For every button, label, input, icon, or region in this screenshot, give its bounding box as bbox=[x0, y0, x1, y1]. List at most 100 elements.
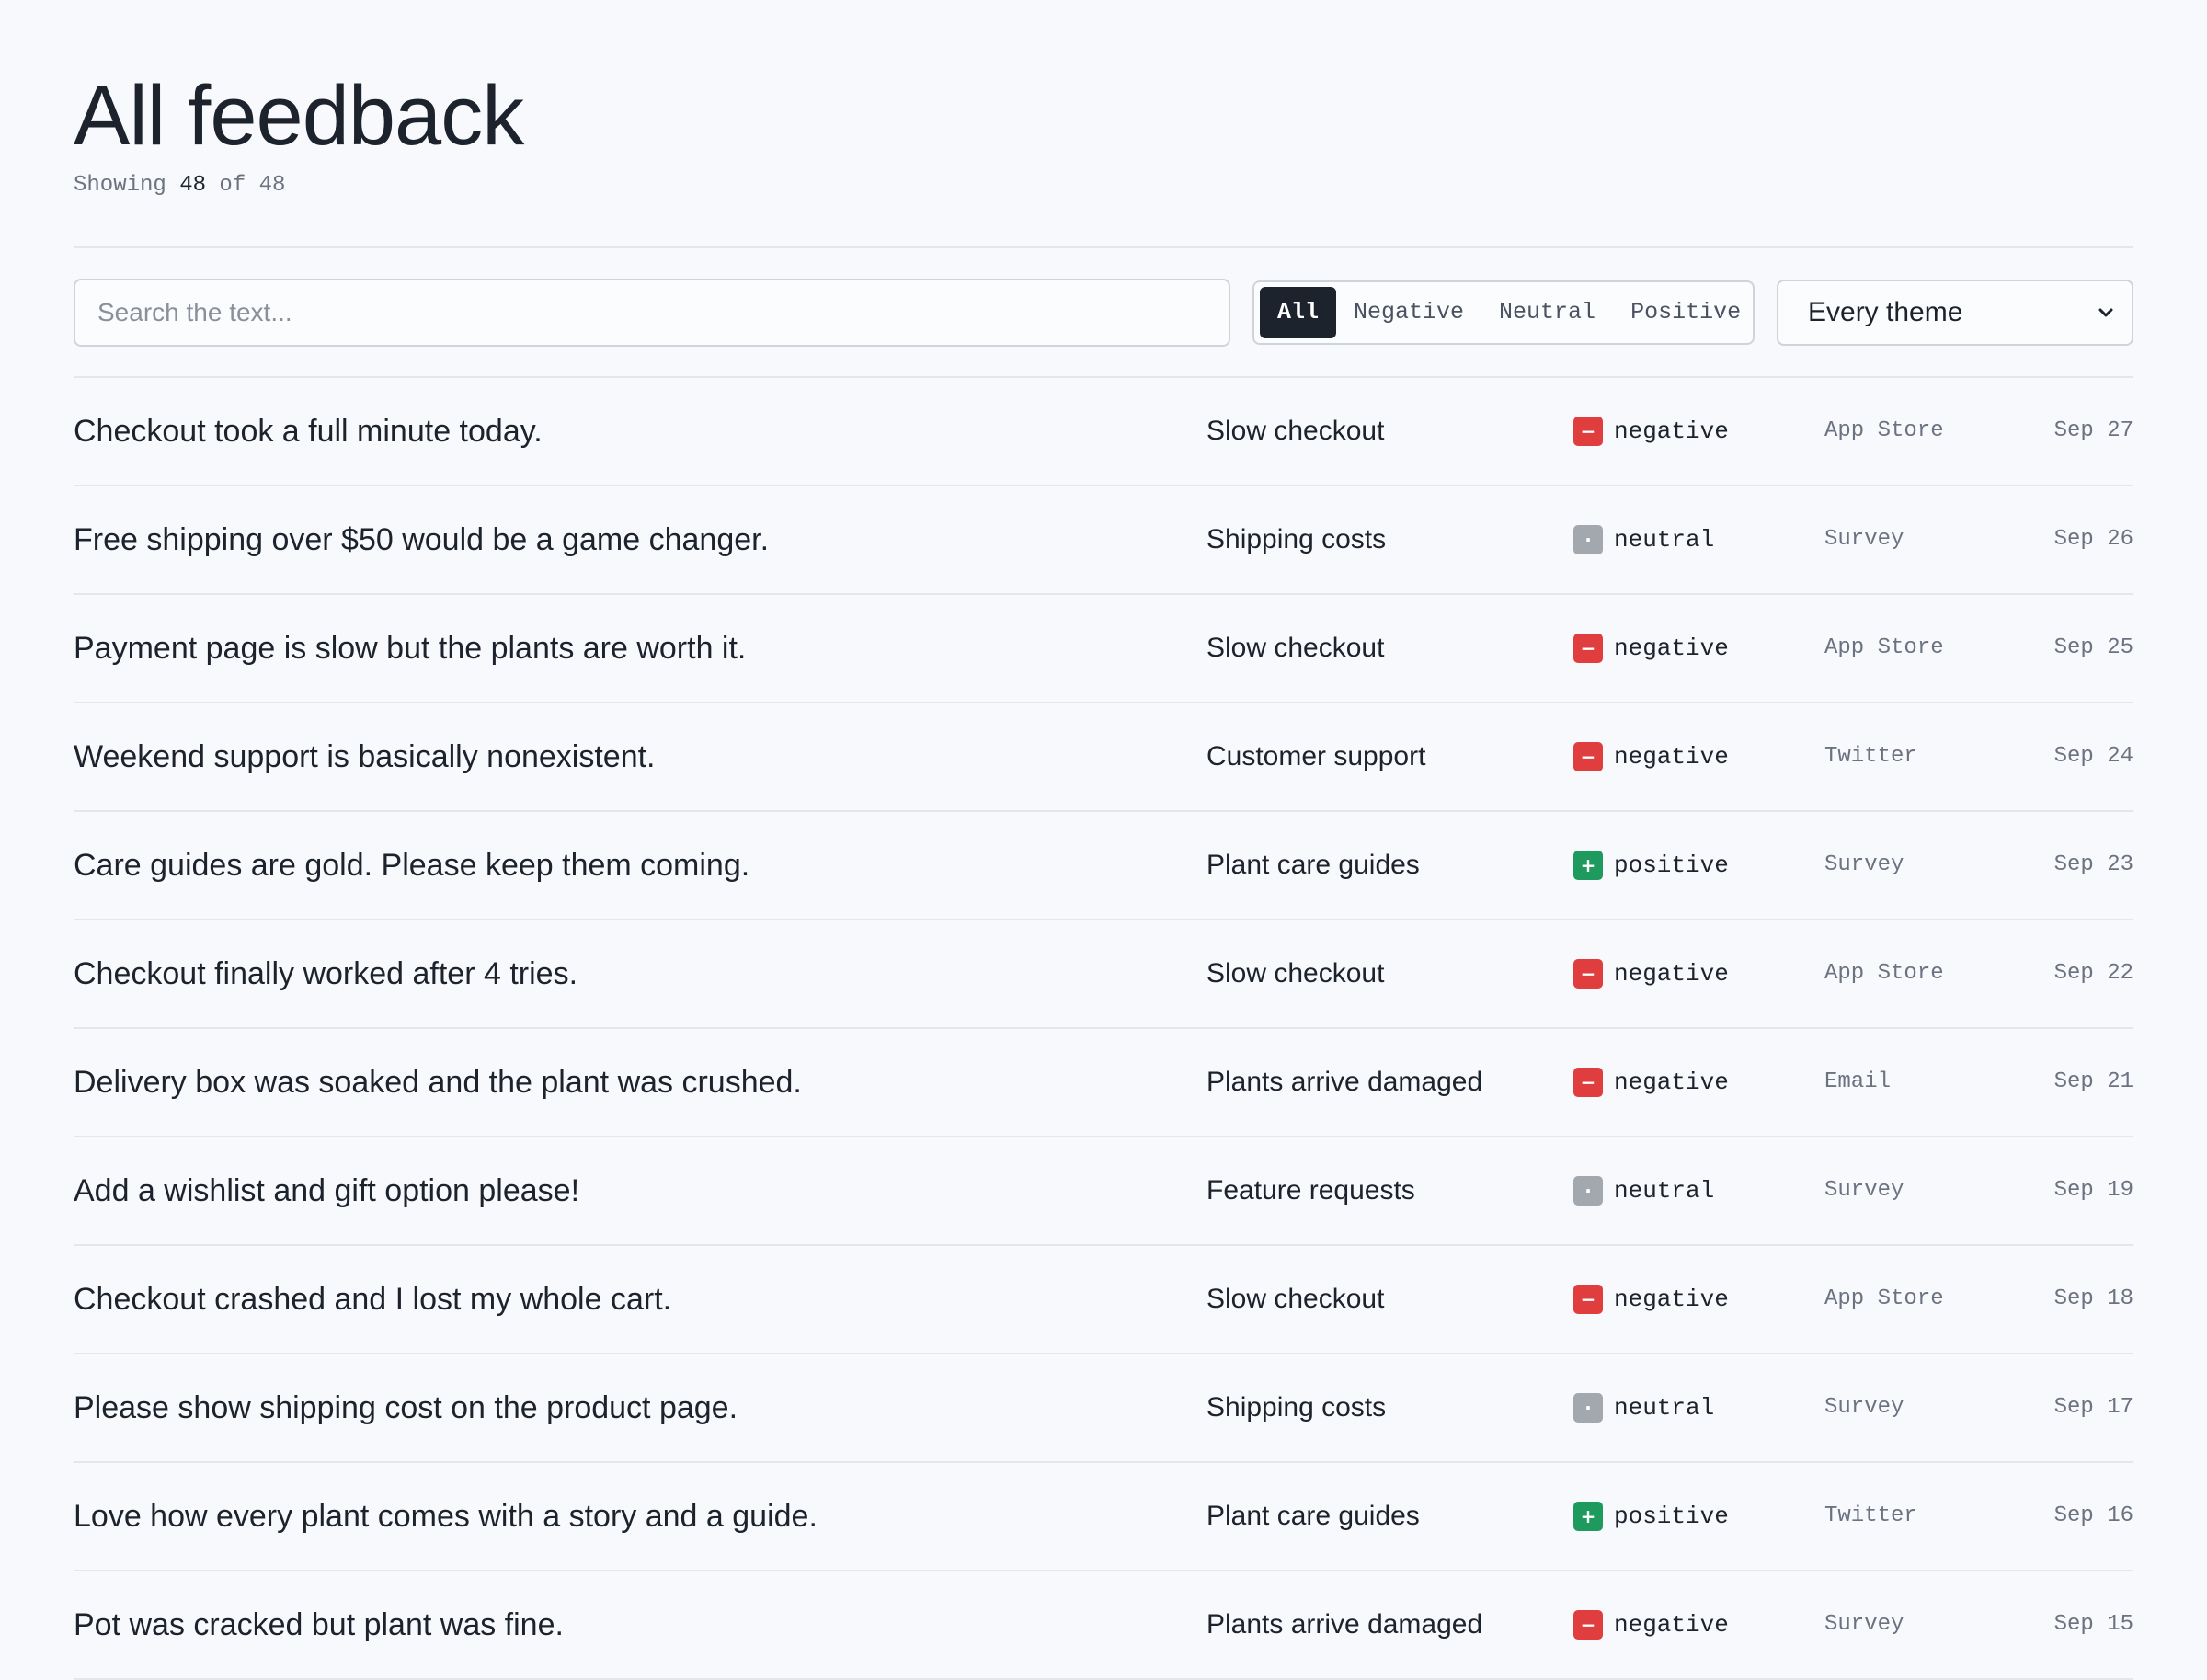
search-input[interactable] bbox=[97, 298, 1206, 327]
result-count: Showing 48 of 48 bbox=[74, 173, 285, 198]
feedback-theme: Plants arrive damaged bbox=[1206, 1609, 1483, 1640]
count-total: 48 bbox=[258, 173, 286, 198]
feedback-source: Survey bbox=[1824, 852, 1904, 877]
sentiment-tag: − negative bbox=[1573, 703, 1729, 810]
search-box[interactable] bbox=[74, 279, 1230, 347]
feedback-text: Checkout finally worked after 4 tries. bbox=[74, 956, 578, 991]
feedback-row[interactable]: Pot was cracked but plant was fine. Plant… bbox=[74, 1571, 2133, 1680]
sentiment-tag: − negative bbox=[1573, 1246, 1729, 1353]
feedback-source: Survey bbox=[1824, 1395, 1904, 1420]
sentiment-tag: + positive bbox=[1573, 812, 1729, 919]
sentiment-negative-icon: − bbox=[1573, 1285, 1603, 1314]
sentiment-tag: − negative bbox=[1573, 378, 1729, 485]
feedback-date: Sep 17 bbox=[2053, 1395, 2133, 1420]
feedback-text: Checkout took a full minute today. bbox=[74, 414, 543, 449]
sentiment-label: negative bbox=[1614, 417, 1729, 445]
feedback-row[interactable]: Checkout crashed and I lost my whole car… bbox=[74, 1246, 2133, 1354]
sentiment-tag: − negative bbox=[1573, 595, 1729, 702]
sentiment-tag: − negative bbox=[1573, 1029, 1729, 1136]
sentiment-negative-icon: − bbox=[1573, 1610, 1603, 1640]
feedback-date: Sep 23 bbox=[2053, 852, 2133, 877]
sentiment-filter-negative[interactable]: Negative bbox=[1336, 287, 1481, 338]
sentiment-filter-neutral[interactable]: Neutral bbox=[1481, 287, 1613, 338]
feedback-theme: Plant care guides bbox=[1206, 850, 1420, 880]
sentiment-label: negative bbox=[1614, 1611, 1729, 1639]
sentiment-tag: − negative bbox=[1573, 920, 1729, 1027]
count-mid: of bbox=[206, 173, 259, 198]
feedback-date: Sep 15 bbox=[2053, 1612, 2133, 1637]
sentiment-negative-icon: − bbox=[1573, 634, 1603, 663]
feedback-row[interactable]: Checkout finally worked after 4 tries. Sl… bbox=[74, 920, 2133, 1029]
feedback-theme: Slow checkout bbox=[1206, 633, 1385, 663]
feedback-theme: Slow checkout bbox=[1206, 958, 1385, 989]
feedback-source: Twitter bbox=[1824, 744, 1917, 769]
feedback-source: App Store bbox=[1824, 961, 1944, 986]
sentiment-tag: · neutral bbox=[1573, 1354, 1714, 1461]
sentiment-label: neutral bbox=[1614, 1394, 1715, 1422]
feedback-source: App Store bbox=[1824, 1286, 1944, 1311]
feedback-list: Checkout took a full minute today. Slow c… bbox=[74, 378, 2133, 1680]
sentiment-neutral-icon: · bbox=[1573, 1393, 1603, 1423]
feedback-date: Sep 26 bbox=[2053, 527, 2133, 552]
feedback-date: Sep 24 bbox=[2053, 744, 2133, 769]
sentiment-positive-icon: + bbox=[1573, 851, 1603, 880]
sentiment-positive-icon: + bbox=[1573, 1502, 1603, 1531]
feedback-row[interactable]: Delivery box was soaked and the plant wa… bbox=[74, 1029, 2133, 1137]
feedback-text: Love how every plant comes with a story … bbox=[74, 1499, 818, 1534]
feedback-text: Payment page is slow but the plants are … bbox=[74, 631, 747, 666]
sentiment-filter: All Negative Neutral Positive bbox=[1252, 280, 1755, 345]
feedback-theme: Plant care guides bbox=[1206, 1501, 1420, 1531]
feedback-row[interactable]: Add a wishlist and gift option please! Fe… bbox=[74, 1137, 2133, 1246]
feedback-date: Sep 21 bbox=[2053, 1069, 2133, 1094]
header-divider bbox=[74, 246, 2133, 248]
feedback-date: Sep 18 bbox=[2053, 1286, 2133, 1311]
feedback-row[interactable]: Care guides are gold. Please keep them c… bbox=[74, 812, 2133, 920]
sentiment-label: negative bbox=[1614, 1286, 1729, 1313]
feedback-row[interactable]: Love how every plant comes with a story … bbox=[74, 1463, 2133, 1571]
feedback-row[interactable]: Checkout took a full minute today. Slow c… bbox=[74, 378, 2133, 486]
feedback-date: Sep 16 bbox=[2053, 1503, 2133, 1528]
theme-select[interactable]: Every theme bbox=[1777, 280, 2133, 346]
feedback-theme: Plants arrive damaged bbox=[1206, 1067, 1483, 1097]
feedback-text: Pot was cracked but plant was fine. bbox=[74, 1607, 564, 1642]
sentiment-label: positive bbox=[1614, 1503, 1729, 1530]
feedback-date: Sep 27 bbox=[2053, 418, 2133, 443]
feedback-source: Twitter bbox=[1824, 1503, 1917, 1528]
sentiment-negative-icon: − bbox=[1573, 1068, 1603, 1097]
feedback-theme: Shipping costs bbox=[1206, 524, 1387, 554]
feedback-theme: Slow checkout bbox=[1206, 1284, 1385, 1314]
page-title: All feedback bbox=[74, 69, 524, 163]
feedback-row[interactable]: Please show shipping cost on the product… bbox=[74, 1354, 2133, 1463]
feedback-text: Free shipping over $50 would be a game c… bbox=[74, 522, 770, 557]
sentiment-neutral-icon: · bbox=[1573, 525, 1603, 554]
feedback-text: Add a wishlist and gift option please! bbox=[74, 1173, 580, 1208]
sentiment-filter-positive[interactable]: Positive bbox=[1613, 287, 1758, 338]
feedback-source: App Store bbox=[1824, 418, 1944, 443]
feedback-row[interactable]: Free shipping over $50 would be a game c… bbox=[74, 486, 2133, 595]
feedback-text: Weekend support is basically nonexistent… bbox=[74, 739, 656, 774]
feedback-text: Checkout crashed and I lost my whole car… bbox=[74, 1282, 672, 1317]
chevron-down-icon bbox=[2098, 308, 2113, 317]
feedback-theme: Customer support bbox=[1206, 741, 1426, 771]
sentiment-label: neutral bbox=[1614, 526, 1715, 554]
feedback-date: Sep 22 bbox=[2053, 961, 2133, 986]
feedback-source: Survey bbox=[1824, 527, 1904, 552]
feedback-row[interactable]: Weekend support is basically nonexistent… bbox=[74, 703, 2133, 812]
count-shown: 48 bbox=[179, 173, 207, 198]
sentiment-negative-icon: − bbox=[1573, 959, 1603, 989]
sentiment-tag: + positive bbox=[1573, 1463, 1729, 1570]
feedback-source: Email bbox=[1824, 1069, 1892, 1094]
sentiment-filter-all[interactable]: All bbox=[1260, 287, 1337, 338]
sentiment-label: positive bbox=[1614, 851, 1729, 879]
sentiment-negative-icon: − bbox=[1573, 742, 1603, 771]
feedback-date: Sep 19 bbox=[2053, 1178, 2133, 1203]
feedback-text: Please show shipping cost on the product… bbox=[74, 1390, 738, 1425]
sentiment-label: negative bbox=[1614, 1069, 1729, 1096]
sentiment-tag: · neutral bbox=[1573, 1137, 1714, 1244]
sentiment-tag: − negative bbox=[1573, 1571, 1729, 1678]
sentiment-label: neutral bbox=[1614, 1177, 1715, 1205]
feedback-source: Survey bbox=[1824, 1178, 1904, 1203]
feedback-row[interactable]: Payment page is slow but the plants are … bbox=[74, 595, 2133, 703]
theme-select-value: Every theme bbox=[1808, 297, 1963, 327]
feedback-date: Sep 25 bbox=[2053, 635, 2133, 660]
